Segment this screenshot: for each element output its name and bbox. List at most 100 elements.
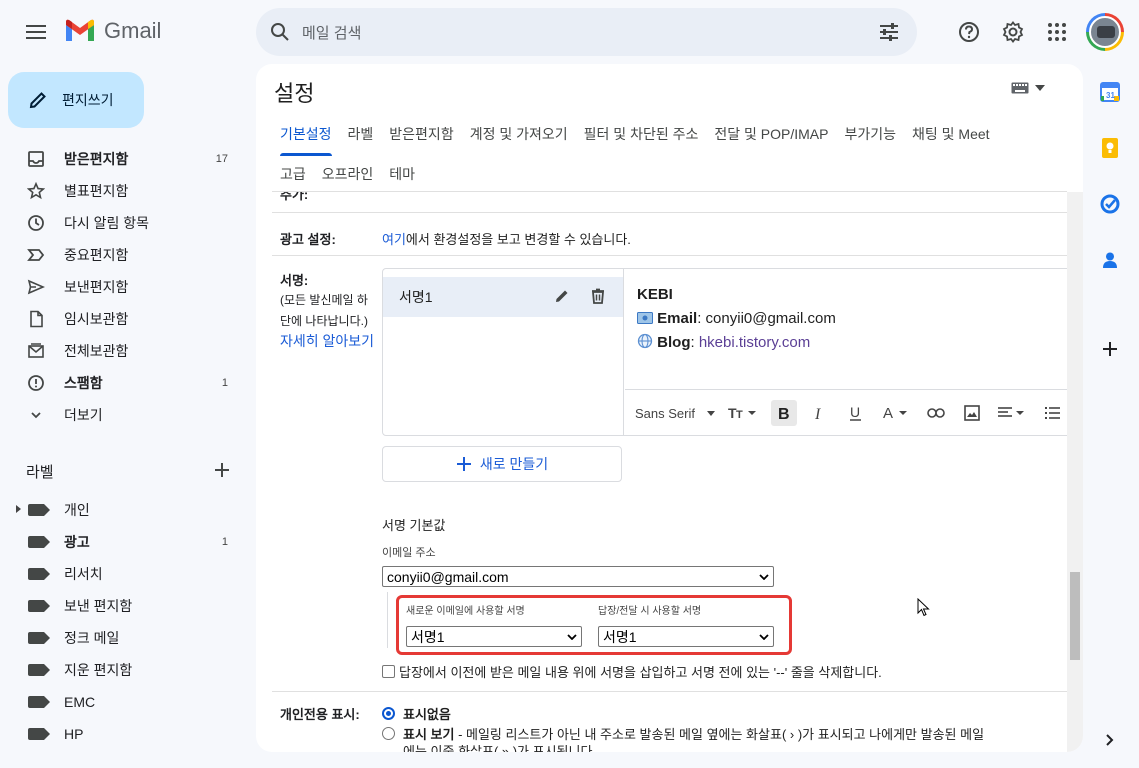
personal-option-none[interactable]: 표시없음 [382, 704, 451, 723]
send-icon [26, 277, 46, 297]
radio-button[interactable] [382, 707, 395, 720]
input-tools-button[interactable] [1011, 82, 1045, 94]
underline-icon: U [849, 405, 861, 421]
label-item[interactable]: 리서치 [0, 558, 256, 590]
numbered-list-button[interactable] [1039, 400, 1065, 426]
signature-text-editor[interactable]: KEBI Email: conyii0@gmail.com Blog: hkeb… [625, 269, 1067, 436]
new-email-signature-select[interactable]: 서명1 [406, 626, 582, 647]
sidebar-item-snoozed[interactable]: 다시 알림 항목 [0, 207, 256, 239]
label-item[interactable]: 보낸 편지함 [0, 590, 256, 622]
tab-filters[interactable]: 필터 및 차단된 주소 [576, 116, 707, 152]
email-address-select[interactable]: conyii0@gmail.com [382, 566, 774, 587]
email-address-value: conyii0@gmail.com [387, 568, 509, 585]
gmail-logo[interactable]: Gmail [64, 18, 161, 44]
settings-tabs-row2: 고급 오프라인 테마 [272, 156, 423, 192]
radio-button[interactable] [382, 727, 395, 740]
italic-button[interactable]: I [807, 400, 833, 426]
keep-app-button[interactable] [1098, 136, 1122, 160]
cut-off-label: 추가: [280, 192, 309, 202]
tab-general[interactable]: 기본설정 [272, 116, 340, 156]
font-family-select[interactable]: Sans Serif [635, 406, 715, 421]
label-item[interactable]: HP [0, 718, 256, 750]
draft-icon [26, 309, 46, 329]
main-menu-button[interactable] [20, 16, 52, 48]
expand-caret-icon[interactable] [16, 505, 21, 513]
edit-pencil-icon[interactable] [553, 287, 571, 305]
expand-side-panel-button[interactable] [1098, 728, 1122, 752]
tab-offline[interactable]: 오프라인 [314, 156, 382, 192]
get-addons-button[interactable] [1098, 337, 1122, 361]
scrollbar-thumb[interactable] [1070, 572, 1080, 660]
underline-button[interactable]: U [843, 400, 869, 426]
sidebar-item-sent[interactable]: 보낸편지함 [0, 271, 256, 303]
sidebar-item-label: 임시보관함 [64, 311, 129, 327]
divider [272, 691, 1067, 692]
tasks-app-button[interactable] [1098, 192, 1122, 216]
create-new-signature-button[interactable]: 새로 만들기 [382, 446, 622, 482]
option-description-line2: 에는 이중 화살표( » )가 표시됩니다. [403, 744, 597, 752]
chevron-down-icon [759, 633, 769, 640]
signature-item[interactable]: 서명1 [383, 277, 623, 317]
bold-button[interactable]: B [770, 400, 797, 426]
compose-button[interactable]: 편지쓰기 [8, 72, 144, 128]
tab-forwarding[interactable]: 전달 및 POP/IMAP [706, 116, 836, 152]
align-button[interactable] [995, 400, 1029, 426]
insert-signature-text: 답장에서 이전에 받은 메일 내용 위에 서명을 삽입하고 서명 전에 있는 '… [399, 665, 882, 680]
blog-link[interactable]: hkebi.tistory.com [699, 334, 810, 351]
insert-signature-checkbox[interactable] [382, 665, 395, 678]
ads-link[interactable]: 여기 [382, 232, 406, 247]
settings-button[interactable] [1001, 20, 1025, 44]
font-size-button[interactable]: TT [725, 400, 761, 426]
tab-accounts[interactable]: 계정 및 가져오기 [462, 116, 576, 152]
option-label: 표시없음 [403, 707, 451, 722]
add-label-button[interactable] [212, 460, 232, 485]
label-tag-icon [28, 696, 50, 708]
tab-inbox[interactable]: 받은편지함 [381, 116, 461, 152]
chevron-down-icon [567, 633, 577, 640]
tab-labels[interactable]: 라벨 [340, 116, 382, 152]
bold-icon: B [778, 406, 790, 421]
label-item[interactable]: 정크 메일 [0, 622, 256, 654]
label-tag-icon [28, 664, 50, 676]
unread-count: 17 [215, 153, 228, 165]
sidebar-item-inbox[interactable]: 받은편지함 17 [0, 143, 256, 175]
sidebar-item-drafts[interactable]: 임시보관함 [0, 303, 256, 335]
email-icon [637, 312, 653, 324]
tab-addons[interactable]: 부가기능 [836, 116, 904, 152]
sidebar-item-starred[interactable]: 별표편지함 [0, 175, 256, 207]
label-item[interactable]: EMC [0, 686, 256, 718]
plus-icon [456, 457, 471, 471]
tab-chat-meet[interactable]: 채팅 및 Meet [904, 116, 998, 152]
calendar-app-button[interactable]: 31 [1098, 80, 1122, 104]
label-tag-icon [28, 728, 50, 740]
tab-themes[interactable]: 테마 [381, 156, 423, 192]
contacts-icon [1103, 252, 1117, 268]
settings-content: 추가: 광고 설정: 여기에서 환경설정을 보고 변경할 수 있습니다. 서명:… [256, 192, 1067, 752]
label-name: 리서치 [64, 566, 103, 582]
sidebar-item-all-mail[interactable]: 전체보관함 [0, 335, 256, 367]
label-item[interactable]: 광고 1 [0, 526, 256, 558]
tab-advanced[interactable]: 고급 [272, 156, 314, 192]
content-scrollbar[interactable] [1067, 192, 1083, 752]
insert-link-button[interactable] [923, 400, 949, 426]
apps-button[interactable] [1045, 20, 1069, 44]
help-button[interactable] [957, 20, 981, 44]
top-bar: Gmail 메일 검색 [0, 0, 1139, 64]
globe-icon [637, 333, 653, 349]
trash-icon[interactable] [589, 287, 607, 305]
numbered-list-icon [1044, 407, 1060, 419]
insert-image-button[interactable] [959, 400, 985, 426]
sidebar-item-spam[interactable]: 스팸함 1 [0, 367, 256, 399]
learn-more-link[interactable]: 자세히 알아보기 [280, 331, 374, 351]
label-item[interactable]: 지운 편지함 [0, 654, 256, 686]
sidebar-item-important[interactable]: 중요편지함 [0, 239, 256, 271]
text-color-button[interactable]: A [879, 400, 913, 426]
contacts-app-button[interactable] [1098, 248, 1122, 272]
label-item[interactable]: 개인 [0, 494, 256, 526]
signature-email-line: Email: conyii0@gmail.com [637, 307, 836, 331]
search-input[interactable]: 메일 검색 [302, 22, 361, 43]
account-avatar[interactable] [1086, 13, 1124, 51]
search-bar[interactable]: 메일 검색 [256, 8, 917, 56]
reply-signature-select[interactable]: 서명1 [598, 626, 774, 647]
sidebar-item-more[interactable]: 더보기 [0, 399, 256, 431]
